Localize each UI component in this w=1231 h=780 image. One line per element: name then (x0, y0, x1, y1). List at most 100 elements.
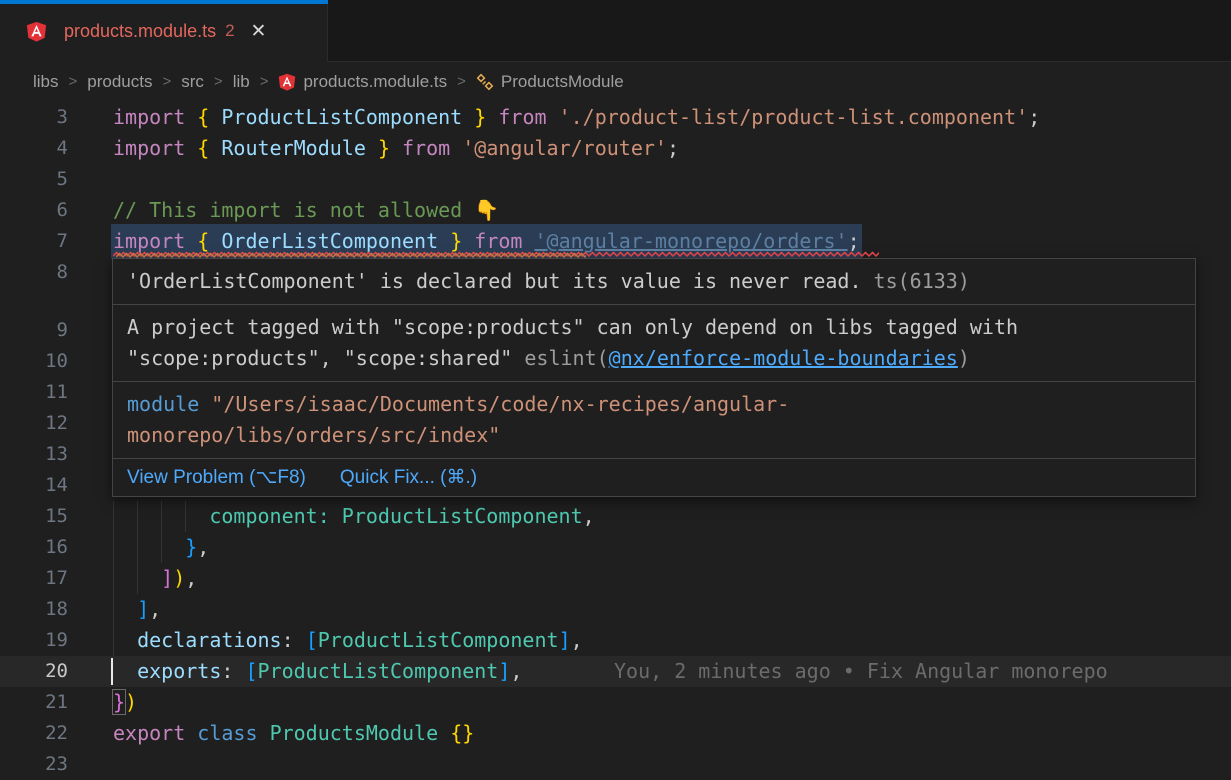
line-number[interactable]: 5 (0, 164, 68, 195)
code-token: 'OrderListComponent' is declared but its… (127, 269, 862, 293)
code-token (185, 136, 197, 160)
code-token: // This import is not allowed (113, 198, 474, 222)
line-number[interactable]: 17 (0, 563, 68, 594)
code-token (462, 105, 474, 129)
line-number[interactable]: 10 (0, 346, 68, 377)
code-line-3[interactable]: 3import { ProductListComponent } from '.… (0, 102, 1231, 133)
eslint-rule-link[interactable]: @nx/enforce-module-boundaries (609, 346, 958, 370)
quick-fix-button[interactable]: Quick Fix... (⌘.) (340, 466, 477, 489)
breadcrumb-item-file[interactable]: products.module.ts (303, 72, 447, 92)
close-icon[interactable]: ✕ (251, 20, 267, 43)
code-token: } (185, 535, 197, 559)
code-token (450, 136, 462, 160)
git-blame-annotation: You, 2 minutes ago • Fix Angular monorep… (614, 656, 1108, 687)
line-number[interactable]: 11 (0, 377, 68, 408)
line-number[interactable]: 7 (0, 226, 68, 257)
code-text: }) (113, 687, 137, 718)
breadcrumb: libs > products > src > lib > products.m… (0, 63, 1231, 100)
code-line-15[interactable]: 15 component: ProductListComponent, (0, 501, 1231, 532)
diagnostics-hover-popup: 'OrderListComponent' is declared but its… (112, 258, 1196, 497)
code-token: import (113, 136, 185, 160)
code-text: export class ProductsModule {} (113, 718, 474, 749)
code-token: from (498, 105, 546, 129)
chevron-right-icon: > (214, 73, 223, 90)
code-token: OrderListComponent (221, 229, 438, 253)
code-token: , (149, 597, 161, 621)
tab-filename: products.module.ts (64, 21, 216, 42)
code-line-20[interactable]: 20 exports: [ProductListComponent],You, … (0, 656, 1231, 687)
code-token (209, 105, 221, 129)
line-number[interactable]: 6 (0, 195, 68, 226)
code-token (330, 504, 342, 528)
line-number[interactable]: 9 (0, 315, 68, 346)
code-token: [ (245, 659, 257, 683)
view-problem-button[interactable]: View Problem (⌥F8) (127, 466, 306, 489)
line-number[interactable]: 3 (0, 102, 68, 133)
code-line-5[interactable]: 5 (0, 164, 1231, 195)
code-line-4[interactable]: 4 import { RouterModule } from '@angular/… (0, 133, 1231, 164)
code-token: ProductListComponent (258, 659, 499, 683)
line-number[interactable]: 22 (0, 718, 68, 749)
line-number[interactable]: 16 (0, 532, 68, 563)
code-token: } (474, 105, 486, 129)
code-text: import { RouterModule } from '@angular/r… (113, 133, 679, 164)
code-token: { (197, 105, 209, 129)
code-token: , (510, 659, 522, 683)
code-token (113, 597, 137, 621)
line-number[interactable]: 18 (0, 594, 68, 625)
code-token: './product-list/product-list.component' (559, 105, 1029, 129)
line-number[interactable]: 20 (0, 656, 68, 687)
module-specifier-link[interactable]: '@angular-monorepo/orders' (535, 229, 848, 253)
code-token: from (402, 136, 450, 160)
line-number[interactable]: 15 (0, 501, 68, 532)
code-token: monorepo/libs/orders/src/index" (127, 423, 500, 447)
breadcrumb-item-libs[interactable]: libs (33, 72, 59, 92)
code-token: ProductListComponent (318, 628, 559, 652)
breadcrumb-item-src[interactable]: src (181, 72, 204, 92)
line-number[interactable]: 4 (0, 133, 68, 164)
code-token (390, 136, 402, 160)
line-number[interactable]: 19 (0, 625, 68, 656)
line-number[interactable]: 23 (0, 749, 68, 780)
code-token: } (113, 690, 125, 714)
code-line-16[interactable]: 16 }, (0, 532, 1231, 563)
code-token (258, 721, 270, 745)
code-token: from (474, 229, 522, 253)
code-token: , (583, 504, 595, 528)
code-token: ) (958, 346, 970, 370)
code-token (209, 229, 221, 253)
code-token (113, 535, 185, 559)
code-token (185, 229, 197, 253)
code-line-6[interactable]: 6 // This import is not allowed 👇 (0, 195, 1231, 226)
tab-products-module[interactable]: products.module.ts 2 ✕ (0, 0, 328, 62)
breadcrumb-item-symbol[interactable]: ProductsModule (501, 72, 624, 92)
code-line-23[interactable]: 23 (0, 749, 1231, 780)
code-token (113, 628, 137, 652)
breadcrumb-item-products[interactable]: products (87, 72, 152, 92)
code-line-17[interactable]: 17 ]), (0, 563, 1231, 594)
tab-bar: products.module.ts 2 ✕ (0, 0, 1231, 62)
code-token (522, 229, 534, 253)
code-token: } (378, 136, 390, 160)
line-number[interactable]: 14 (0, 470, 68, 501)
hover-section-1: A project tagged with "scope:products" c… (113, 305, 1195, 382)
code-token: , (185, 566, 197, 590)
code-token: 👇 (474, 198, 499, 222)
code-token: '@angular/router' (462, 136, 667, 160)
breadcrumb-item-lib[interactable]: lib (233, 72, 250, 92)
code-line-18[interactable]: 18 ], (0, 594, 1231, 625)
code-token (486, 105, 498, 129)
code-token (185, 721, 197, 745)
code-token: ts(6133) (862, 269, 970, 293)
code-line-21[interactable]: 21}) (0, 687, 1231, 718)
code-line-7[interactable]: 7import { OrderListComponent } from '@an… (0, 226, 1231, 257)
code-line-19[interactable]: 19 declarations: [ProductListComponent], (0, 625, 1231, 656)
line-number[interactable]: 13 (0, 439, 68, 470)
code-token (113, 566, 161, 590)
line-number[interactable]: 8 (0, 257, 68, 288)
line-number[interactable]: 12 (0, 408, 68, 439)
code-token: ) (125, 690, 137, 714)
code-line-22[interactable]: 22 export class ProductsModule {} (0, 718, 1231, 749)
line-number[interactable]: 21 (0, 687, 68, 718)
code-token: ProductListComponent (342, 504, 583, 528)
